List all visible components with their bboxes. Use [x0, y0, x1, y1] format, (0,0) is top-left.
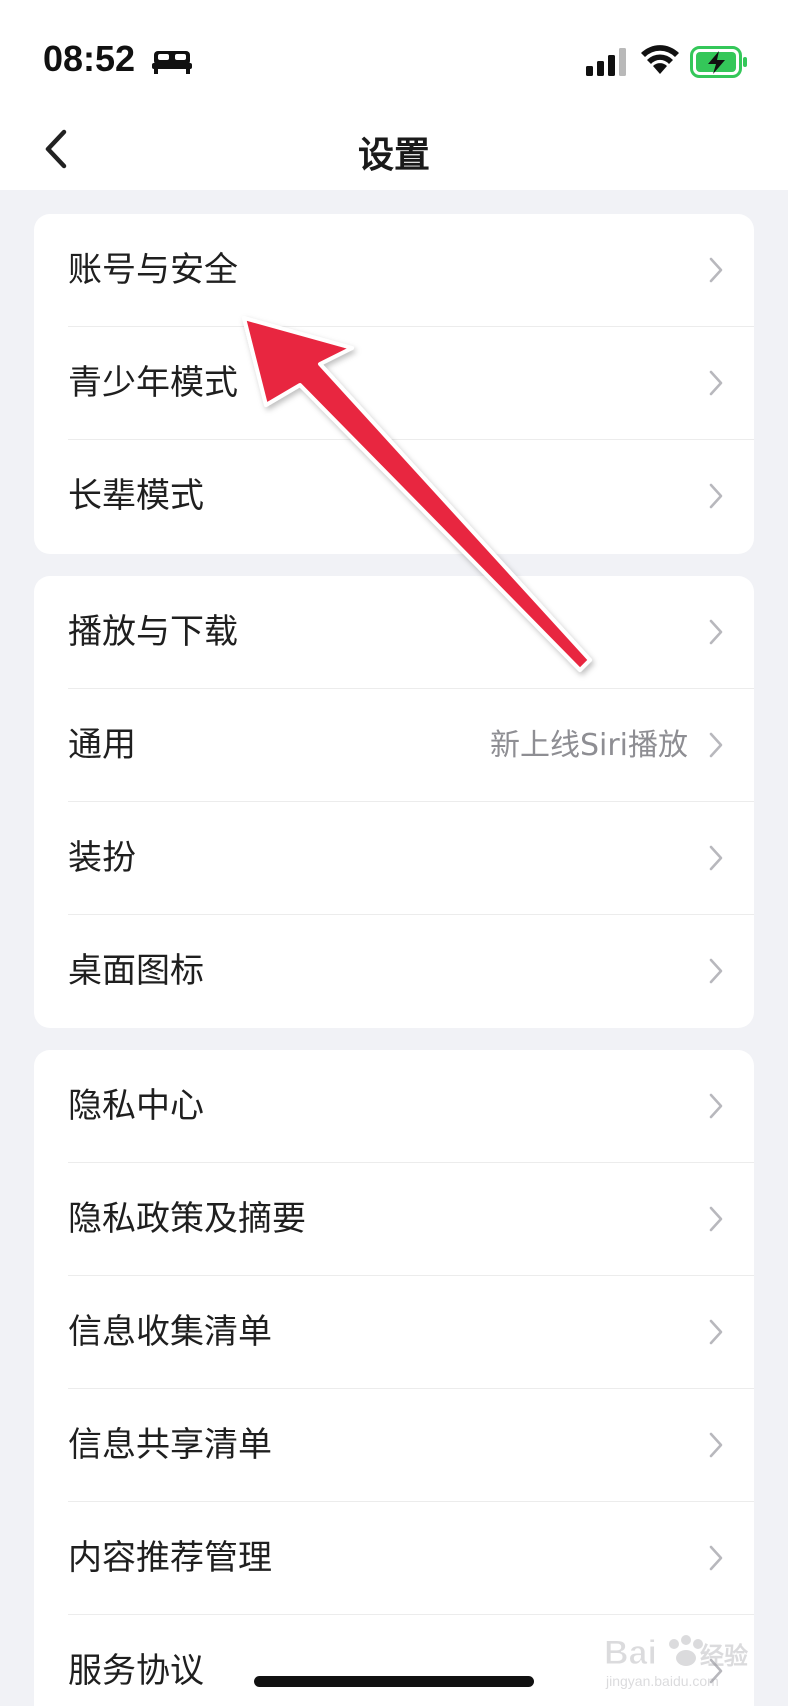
settings-item-content-recommendation[interactable]: 内容推荐管理: [34, 1502, 754, 1615]
chevron-right-icon: [709, 1432, 723, 1458]
chevron-right-icon: [709, 1319, 723, 1345]
settings-item-teen-mode[interactable]: 青少年模式: [34, 327, 754, 440]
settings-item-privacy-center[interactable]: 隐私中心: [34, 1050, 754, 1163]
settings-item-label: 内容推荐管理: [68, 1538, 272, 1578]
signal-icon: [586, 48, 626, 76]
settings-item-value: 新上线Siri播放: [489, 728, 688, 763]
settings-item-privacy-policy[interactable]: 隐私政策及摘要: [34, 1163, 754, 1276]
status-time: 08:52: [43, 38, 136, 79]
settings-item-label: 信息收集清单: [68, 1312, 272, 1352]
chevron-right-icon: [709, 1545, 723, 1571]
settings-item-label: 长辈模式: [68, 476, 204, 516]
battery-charging-icon: [690, 46, 747, 78]
settings-item-info-sharing[interactable]: 信息共享清单: [34, 1389, 754, 1502]
chevron-right-icon: [709, 257, 723, 283]
settings-item-elder-mode[interactable]: 长辈模式: [34, 440, 754, 553]
settings-item-playback-download[interactable]: 播放与下载: [34, 576, 754, 689]
svg-text:经验: 经验: [700, 1642, 748, 1670]
settings-item-label: 播放与下载: [68, 612, 238, 652]
chevron-right-icon: [709, 619, 723, 645]
chevron-right-icon: [709, 1093, 723, 1119]
baidu-watermark-logo: Bai 经验 jingyan.baidu.com: [604, 1634, 749, 1690]
settings-group-account: 账号与安全 青少年模式 长辈模式: [34, 214, 754, 554]
svg-text:jingyan.baidu.com: jingyan.baidu.com: [605, 1673, 719, 1689]
chevron-right-icon: [709, 370, 723, 396]
settings-item-label: 青少年模式: [68, 363, 238, 403]
settings-group-general: 播放与下载 通用 新上线Siri播放 装扮 桌面图标: [34, 576, 754, 1028]
chevron-right-icon: [709, 1206, 723, 1232]
home-indicator[interactable]: [254, 1676, 534, 1687]
chevron-right-icon: [709, 845, 723, 871]
settings-item-label: 桌面图标: [68, 951, 204, 991]
status-bar: 08:52: [0, 0, 788, 110]
settings-item-info-collection[interactable]: 信息收集清单: [34, 1276, 754, 1389]
settings-item-label: 装扮: [68, 838, 136, 878]
page-title: 设置: [357, 135, 430, 176]
navigation-bar: 设置: [0, 110, 788, 190]
settings-item-desktop-icon[interactable]: 桌面图标: [34, 915, 754, 1028]
wifi-icon: [641, 45, 679, 74]
chevron-right-icon: [709, 483, 723, 509]
chevron-right-icon: [709, 958, 723, 984]
settings-item-label: 通用: [68, 725, 136, 765]
settings-item-account-security[interactable]: 账号与安全: [34, 214, 754, 327]
settings-item-label: 服务协议: [68, 1651, 204, 1691]
svg-text:Bai: Bai: [604, 1634, 657, 1672]
settings-item-general[interactable]: 通用 新上线Siri播放: [34, 689, 754, 802]
settings-item-label: 隐私政策及摘要: [68, 1199, 306, 1239]
settings-group-privacy: 隐私中心 隐私政策及摘要 信息收集清单 信息共享清单 内容推荐管理 服务协议: [34, 1050, 754, 1706]
settings-item-label: 隐私中心: [68, 1086, 204, 1126]
settings-item-label: 信息共享清单: [68, 1425, 272, 1465]
settings-screen: 08:52 设置 账号与安全 青少年模式 长辈模式 播放与下载 通用 新上线Si…: [0, 0, 788, 1706]
chevron-right-icon: [709, 732, 723, 758]
bed-icon: [152, 51, 192, 74]
settings-item-label: 账号与安全: [68, 250, 238, 290]
settings-item-dress-up[interactable]: 装扮: [34, 802, 754, 915]
